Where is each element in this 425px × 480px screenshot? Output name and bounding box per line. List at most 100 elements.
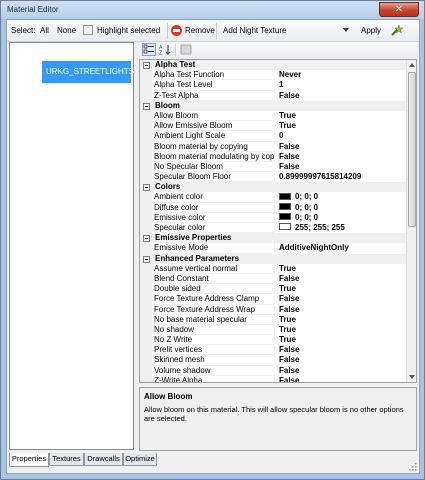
property-value[interactable]: True	[279, 325, 296, 335]
property-value[interactable]: False	[279, 305, 299, 315]
property-value[interactable]: False	[279, 152, 299, 162]
property-name[interactable]: Emissive Mode	[154, 243, 275, 254]
property-name[interactable]: Force Texture Address Wrap	[154, 304, 275, 315]
property-name[interactable]: Skinned mesh	[154, 355, 275, 366]
property-value[interactable]: 0.89999997615814209	[279, 172, 361, 182]
collapse-icon[interactable]	[143, 102, 150, 110]
remove-icon[interactable]	[171, 25, 182, 36]
property-row[interactable]: Specular Bloom Floor 0.89999997615814209	[140, 172, 407, 183]
property-name[interactable]: Z-Test Alpha	[154, 90, 275, 101]
material-list[interactable]: URKG_STREETLIGHTS	[9, 42, 134, 450]
vertical-scrollbar[interactable]	[406, 60, 416, 382]
property-row[interactable]: Z-Test Alpha False	[140, 90, 407, 101]
property-name[interactable]: Prelit vertices	[154, 345, 275, 356]
property-name[interactable]: No Specular Bloom	[154, 161, 275, 173]
property-name[interactable]: Specular color	[154, 223, 275, 234]
property-row[interactable]: No base material specular True	[140, 314, 407, 325]
property-value[interactable]: 255; 255; 255	[279, 223, 345, 233]
property-value[interactable]: 0; 0; 0	[279, 203, 318, 213]
property-row[interactable]: No shadow True	[140, 324, 407, 336]
property-row[interactable]: Emissive Mode AdditiveNightOnly	[140, 243, 407, 254]
property-name[interactable]: Volume shadow	[154, 365, 275, 376]
category-row[interactable]: Alpha Test	[140, 60, 407, 71]
property-name[interactable]: Ambient Light Scale	[154, 131, 275, 142]
property-name[interactable]: Alpha Test Function	[154, 70, 275, 81]
property-value[interactable]: True	[279, 315, 296, 325]
property-value[interactable]: False	[279, 376, 299, 382]
property-value[interactable]: True	[279, 121, 296, 131]
property-value[interactable]: True	[279, 264, 296, 274]
property-value[interactable]: Never	[279, 70, 301, 80]
property-name[interactable]: No shadow	[154, 324, 275, 336]
property-name[interactable]: Allow Emissive Bloom	[154, 121, 275, 132]
property-row[interactable]: Bloom material by copying False	[140, 141, 407, 152]
category-row[interactable]: Enhanced Parameters	[140, 253, 407, 264]
property-row[interactable]: Z-Write Alpha False	[140, 375, 407, 382]
tab-properties[interactable]: Properties	[9, 453, 49, 467]
property-value[interactable]: True	[279, 111, 296, 121]
select-none-button[interactable]: None	[57, 26, 76, 35]
property-value[interactable]: False	[279, 91, 299, 101]
scroll-down-icon[interactable]	[408, 372, 416, 381]
property-value[interactable]: True	[279, 335, 296, 345]
property-value[interactable]: 0; 0; 0	[279, 192, 318, 202]
property-row[interactable]: Alpha Test Function Never	[140, 70, 407, 81]
property-value[interactable]: 1	[279, 80, 283, 90]
material-list-item[interactable]: URKG_STREETLIGHTS	[42, 61, 134, 83]
property-row[interactable]: Skinned mesh False	[140, 355, 407, 366]
property-row[interactable]: Double sided True	[140, 284, 407, 295]
property-row[interactable]: Force Texture Address Clamp False	[140, 294, 407, 305]
property-row[interactable]: No Specular Bloom False	[140, 161, 407, 173]
property-row[interactable]: Prelit vertices False	[140, 345, 407, 356]
resize-grip-icon[interactable]	[409, 463, 417, 471]
category-row[interactable]: Emissive Properties	[140, 233, 407, 244]
remove-button[interactable]: Remove	[185, 26, 215, 35]
highlight-selected-checkbox[interactable]	[83, 25, 93, 35]
apply-wand-icon[interactable]	[390, 24, 403, 37]
collapse-icon[interactable]	[143, 62, 150, 69]
property-name[interactable]: No base material specular	[154, 314, 275, 325]
property-row[interactable]: No Z Write True	[140, 335, 407, 346]
scrollbar-thumb[interactable]	[408, 72, 416, 227]
property-name[interactable]: Z-Write Alpha	[154, 375, 275, 382]
property-value[interactable]: 0; 0; 0	[279, 213, 318, 223]
collapse-icon[interactable]	[143, 184, 150, 192]
collapse-icon[interactable]	[143, 255, 150, 263]
property-value[interactable]: False	[279, 274, 299, 284]
property-row[interactable]: Specular color 255; 255; 255	[140, 223, 407, 234]
property-row[interactable]: Alpha Test Level 1	[140, 80, 407, 91]
categorized-view-button[interactable]	[142, 43, 156, 56]
property-name[interactable]: Blend Constant	[154, 273, 275, 285]
property-row[interactable]: Ambient Light Scale 0	[140, 131, 407, 142]
property-row[interactable]: Assume vertical normal True	[140, 263, 407, 274]
property-row[interactable]: Diffuse color 0; 0; 0	[140, 202, 407, 213]
property-value[interactable]: False	[279, 294, 299, 304]
property-value[interactable]: True	[279, 284, 296, 294]
alphabetical-view-button[interactable]: A Z	[158, 43, 172, 57]
property-row[interactable]: Emissive color 0; 0; 0	[140, 212, 407, 223]
apply-button[interactable]: Apply	[361, 26, 381, 35]
property-row[interactable]: Blend Constant False	[140, 273, 407, 285]
tab-optimize[interactable]: Optimize	[123, 453, 157, 466]
property-name[interactable]: Diffuse color	[154, 202, 275, 213]
property-value[interactable]: False	[279, 366, 299, 376]
property-value[interactable]: False	[279, 142, 299, 152]
property-value[interactable]: False	[279, 345, 299, 355]
property-name[interactable]: Specular Bloom Floor	[154, 172, 275, 183]
property-name[interactable]: Bloom material modulating by copying	[154, 151, 275, 162]
property-pages-button[interactable]	[179, 43, 193, 56]
property-name[interactable]: No Z Write	[154, 335, 275, 346]
category-row[interactable]: Bloom	[140, 100, 407, 111]
property-name[interactable]: Bloom material by copying	[154, 141, 275, 152]
close-button[interactable]: ✕	[379, 2, 419, 17]
select-all-button[interactable]: All	[40, 26, 49, 35]
property-value[interactable]: AdditiveNightOnly	[279, 243, 349, 253]
property-name[interactable]: Double sided	[154, 284, 275, 295]
tab-drawcalls[interactable]: Drawcalls	[84, 453, 123, 466]
property-name[interactable]: Ambient color	[154, 192, 275, 203]
property-row[interactable]: Allow Bloom True	[140, 110, 407, 122]
property-value[interactable]: False	[279, 162, 299, 172]
category-row[interactable]: Colors	[140, 182, 407, 193]
property-row[interactable]: Bloom material modulating by copying Fals…	[140, 151, 407, 162]
property-name[interactable]: Assume vertical normal	[154, 263, 275, 274]
